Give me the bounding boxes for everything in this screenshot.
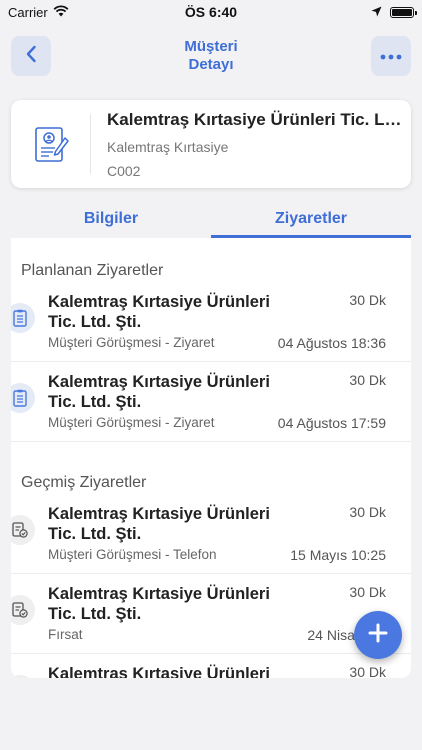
visit-duration: 30 Dk	[349, 584, 386, 600]
visit-duration: 30 Dk	[349, 372, 386, 388]
location-icon	[371, 5, 382, 20]
back-button[interactable]	[11, 36, 51, 76]
visit-duration: 30 Dk	[349, 664, 386, 678]
section-gap	[11, 442, 411, 452]
customer-code: C002	[107, 162, 141, 179]
visit-date: 04 Ağustos 17:59	[277, 415, 386, 431]
visit-type: Müşteri Görüşmesi - Ziyaret	[48, 415, 215, 430]
list-item[interactable]: Kalemtraş Kırtasiye Ürünleri Tic. Ltd. Ş…	[11, 282, 411, 362]
battery-icon	[390, 6, 417, 18]
visits-list[interactable]: Planlanan Ziyaretler Kalemtraş Kırtasiye…	[11, 238, 411, 678]
visit-duration: 30 Dk	[349, 292, 386, 308]
customer-document-icon	[11, 114, 91, 174]
status-bar: Carrier ÖS 6:40	[0, 0, 422, 24]
tab-bilgiler[interactable]: Bilgiler	[11, 200, 211, 238]
visit-type: Fırsat	[48, 627, 83, 642]
visit-date: 15 Mayıs 10:25	[290, 547, 386, 563]
more-options-button[interactable]	[371, 36, 411, 76]
nav-header: Müşteri Detayı	[0, 30, 422, 86]
list-item[interactable]: Kalemtraş Kırtasiye Ürünleri Tic. Ltd. Ş…	[11, 654, 411, 678]
list-item[interactable]: Kalemtraş Kırtasiye Ürünleri Tic. Ltd. Ş…	[11, 494, 411, 574]
tab-bar: Bilgiler Ziyaretler	[11, 200, 411, 238]
more-icon	[380, 47, 402, 65]
visit-title: Kalemtraş Kırtasiye Ürünleri Tic. Ltd. Ş…	[48, 665, 270, 678]
page-title: Müşteri Detayı	[184, 38, 238, 73]
completed-task-icon	[11, 515, 35, 545]
list-item[interactable]: Kalemtraş Kırtasiye Ürünleri Tic. Ltd. Ş…	[11, 574, 411, 654]
visit-title: Kalemtraş Kırtasiye Ürünleri Tic. Ltd. Ş…	[48, 585, 270, 623]
visit-title: Kalemtraş Kırtasiye Ürünleri Tic. Ltd. Ş…	[48, 293, 270, 331]
status-time: ÖS 6:40	[184, 4, 238, 20]
visit-type: Müşteri Görüşmesi - Ziyaret	[48, 335, 215, 350]
customer-name: Kalemtraş Kırtasiye Ürünleri Tic. Ltd. Ş…	[107, 109, 407, 129]
tab-ziyaretler[interactable]: Ziyaretler	[211, 200, 411, 238]
checklist-icon	[11, 303, 35, 333]
wifi-icon	[53, 4, 69, 20]
customer-card: Kalemtraş Kırtasiye Ürünleri Tic. Ltd. Ş…	[11, 100, 411, 188]
visit-date: 04 Ağustos 18:36	[277, 335, 386, 351]
visit-title: Kalemtraş Kırtasiye Ürünleri Tic. Ltd. Ş…	[48, 373, 270, 411]
visit-type: Müşteri Görüşmesi - Telefon	[48, 547, 217, 562]
completed-task-icon	[11, 595, 35, 625]
visit-duration: 30 Dk	[349, 504, 386, 520]
list-item[interactable]: Kalemtraş Kırtasiye Ürünleri Tic. Ltd. Ş…	[11, 362, 411, 442]
planned-section-title: Planlanan Ziyaretler	[21, 262, 164, 279]
customer-short-name: Kalemtraş Kırtasiye	[107, 138, 229, 155]
carrier-label: Carrier	[8, 4, 48, 20]
past-section-title: Geçmiş Ziyaretler	[11, 452, 411, 494]
checklist-icon	[11, 383, 35, 413]
visit-title: Kalemtraş Kırtasiye Ürünleri Tic. Ltd. Ş…	[48, 505, 270, 543]
chevron-left-icon	[24, 44, 38, 69]
completed-task-icon	[11, 675, 35, 678]
add-visit-button[interactable]	[354, 611, 402, 659]
plus-icon	[368, 623, 388, 648]
